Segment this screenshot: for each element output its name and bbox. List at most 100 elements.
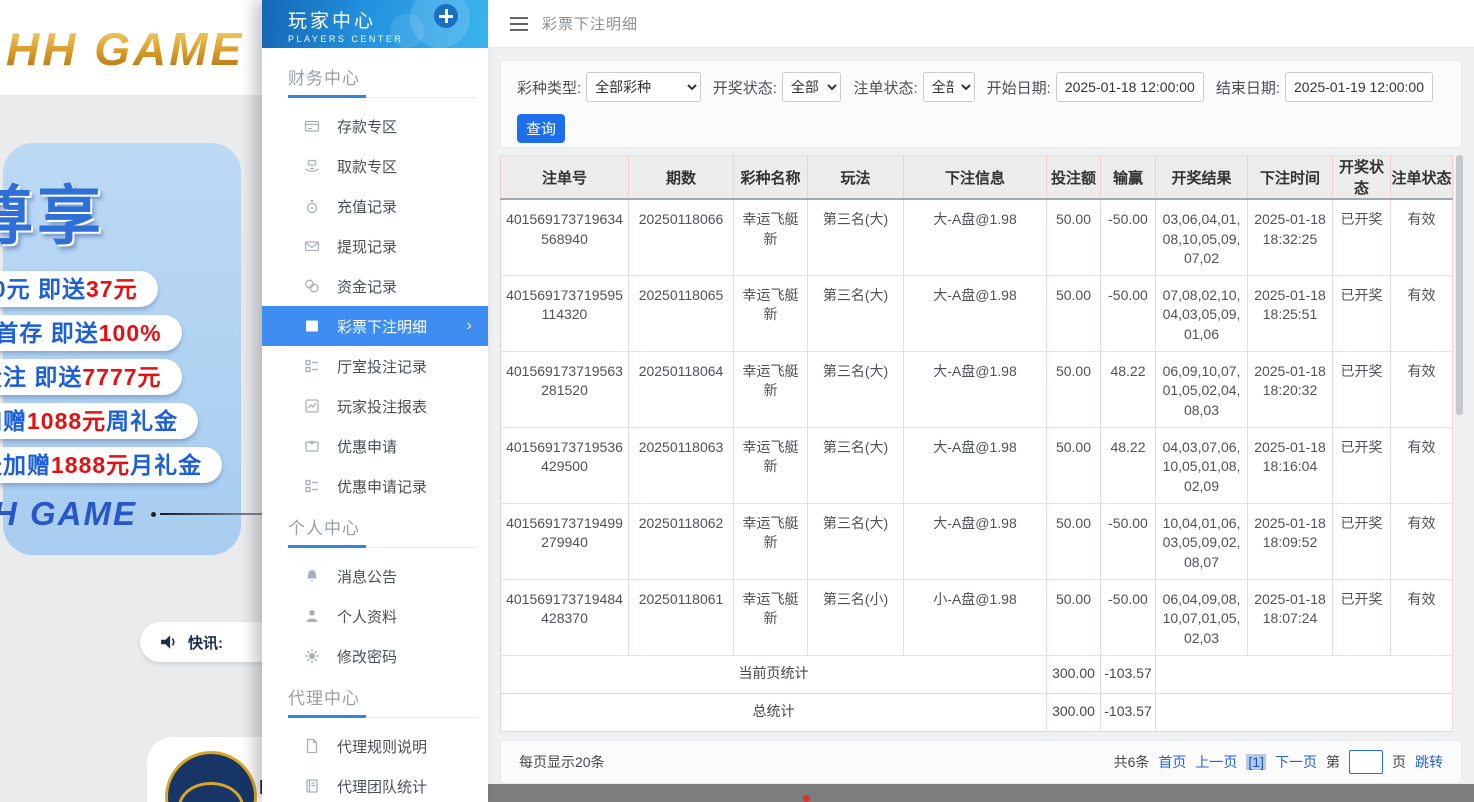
table-header-cell: 下注信息 [903, 155, 1047, 200]
table-cell: 第三名(大) [807, 503, 904, 580]
bet-status-label: 注单状态: [853, 79, 918, 97]
jump-prefix-text: 第 [1326, 754, 1340, 770]
table-header-cell: 期数 [628, 155, 734, 200]
next-page-link[interactable]: 下一页 [1275, 752, 1317, 772]
table-cell: 已开奖 [1332, 503, 1391, 580]
chart-icon [304, 398, 320, 414]
book-icon [304, 778, 320, 794]
list-icon [304, 318, 320, 334]
banner-brand: H GAME [0, 495, 262, 533]
bet-status-select[interactable]: 全部 [922, 72, 975, 102]
sidebar-item-lottery-bet-details[interactable]: 彩票下注明细 › [262, 306, 488, 346]
table-cell: 20250118063 [628, 427, 734, 504]
table-cell: -50.00 [1100, 275, 1156, 352]
jump-suffix-text: 页 [1392, 754, 1406, 770]
table-cell: 401569173719563281520 [500, 351, 629, 428]
news-ticker-label: 快讯: [188, 634, 223, 652]
table-header-cell: 注单号 [500, 155, 629, 200]
table-cell: 401569173719484428370 [500, 579, 629, 656]
table-header-cell: 开奖结果 [1155, 155, 1248, 200]
start-date-input[interactable] [1055, 72, 1204, 102]
table-cell: 20250118064 [628, 351, 734, 428]
table-cell: 有效 [1390, 579, 1453, 656]
table-cell: -50.00 [1100, 503, 1156, 580]
table-cell: 第三名(大) [807, 199, 904, 276]
menu-toggle-icon[interactable] [510, 16, 528, 31]
section-divider [288, 545, 478, 548]
table-cell: 第三名(小) [807, 579, 904, 656]
sidebar-item-funds-records[interactable]: 资金记录 [262, 266, 488, 306]
sidebar-item-label: 消息公告 [337, 568, 398, 586]
sidebar-item-label: 个人资料 [337, 608, 398, 626]
table-scrollbar-thumb[interactable] [1456, 155, 1463, 415]
prev-page-link[interactable]: 上一页 [1195, 752, 1237, 772]
table-row: 401569173719595114320 20250118065 幸运飞艇新 第三名… [500, 275, 1453, 352]
table-cell: 50.00 [1046, 199, 1101, 276]
sidebar-item-withdraw-zone[interactable]: 取款专区 [262, 146, 488, 186]
table-cell: 2025-01-18 18:09:52 [1247, 503, 1333, 580]
table-cell: 已开奖 [1332, 275, 1391, 352]
table-cell: 06,09,10,07,01,05,02,04,08,03 [1155, 351, 1248, 428]
footer-strip [488, 784, 1474, 802]
sidebar-item-label: 厅室投注记录 [337, 358, 428, 376]
table-cell: 幸运飞艇新 [733, 351, 808, 428]
page-size-text: 每页显示20条 [519, 754, 605, 770]
user-icon [304, 608, 320, 624]
sidebar-item-label: 取款专区 [337, 158, 398, 176]
draw-status-select[interactable]: 全部 [781, 72, 842, 102]
sidebar-item-messages[interactable]: 消息公告 [262, 556, 488, 596]
sidebar-item-profile[interactable]: 个人资料 [262, 596, 488, 636]
footer-red-dot [803, 795, 810, 802]
sidebar-item-recharge-records[interactable]: 充值记录 [262, 186, 488, 226]
bottom-logo-card: N [147, 737, 262, 802]
sidebar-item-promo-apply-records[interactable]: 优惠申请记录 [262, 466, 488, 506]
promo-pill: P首存 即送100% [0, 315, 182, 351]
grid-list-icon [304, 358, 320, 374]
jump-action-link[interactable]: 跳转 [1415, 752, 1443, 772]
start-date-label: 开始日期: [986, 79, 1051, 97]
summary-bet-total: 300.00 [1046, 654, 1101, 694]
table-cell: 已开奖 [1332, 199, 1391, 276]
sidebar-item-change-password[interactable]: 修改密码 [262, 636, 488, 676]
table-cell: 50.00 [1046, 351, 1101, 428]
table-cell: 2025-01-18 18:16:04 [1247, 427, 1333, 504]
sidebar-item-player-bet-report[interactable]: 玩家投注报表 [262, 386, 488, 426]
table-cell: 大-A盘@1.98 [903, 199, 1047, 276]
sidebar-nav: 财务中心 存款专区 取款专区 充值记录 提现记录 资金记录 彩票下注明细 › 厅室投注记录 玩家投… [262, 48, 488, 802]
table-cell: 已开奖 [1332, 427, 1391, 504]
table-cell: 10,04,01,06,03,05,09,02,08,07 [1155, 503, 1248, 580]
sidebar-item-label: 玩家投注报表 [337, 398, 428, 416]
sidebar-item-agent-rules[interactable]: 代理规则说明 [262, 726, 488, 766]
jump-page-input[interactable] [1349, 750, 1383, 774]
table-cell: 401569173719595114320 [500, 275, 629, 352]
pager: 共6条 首页 上一页 [1] 下一页 第 页 跳转 [1114, 750, 1443, 774]
sidebar-item-promo-apply[interactable]: 优惠申请 [262, 426, 488, 466]
summary-empty [1155, 692, 1453, 732]
sidebar-item-deposit-zone[interactable]: 存款专区 [262, 106, 488, 146]
sidebar-item-agent-team-stats[interactable]: 代理团队统计 [262, 766, 488, 802]
table-cell: -50.00 [1100, 579, 1156, 656]
table-cell: 有效 [1390, 351, 1453, 428]
table-row: 401569173719563281520 20250118064 幸运飞艇新 第三名… [500, 351, 1453, 428]
section-divider [288, 95, 478, 98]
table-cell: -50.00 [1100, 199, 1156, 276]
gamepad-icon [434, 4, 458, 28]
sidebar-item-label: 代理团队统计 [337, 778, 428, 796]
table-cell: 2025-01-18 18:32:25 [1247, 199, 1333, 276]
table-cell: 2025-01-18 18:20:32 [1247, 351, 1333, 428]
chevron-right-icon: › [466, 317, 472, 334]
table-header-cell: 注单状态 [1390, 155, 1453, 200]
lottery-type-select[interactable]: 全部彩种 [586, 72, 701, 102]
sidebar-item-hall-bet-records[interactable]: 厅室投注记录 [262, 346, 488, 386]
ticket-icon [304, 438, 320, 454]
summary-row: 当前页统计 300.00 -103.57 [500, 654, 1453, 694]
end-date-label: 结束日期: [1215, 79, 1280, 97]
promo-pill: 加赠1088元周礼金 [0, 403, 199, 439]
sidebar-item-withdrawal-records[interactable]: 提现记录 [262, 226, 488, 266]
end-date-input[interactable] [1285, 72, 1433, 102]
table-header-cell: 输赢 [1100, 155, 1156, 200]
first-page-link[interactable]: 首页 [1158, 752, 1186, 772]
search-button[interactable]: 查询 [517, 114, 565, 143]
table-cell: 有效 [1390, 199, 1453, 276]
lottery-type-label: 彩种类型: [517, 79, 582, 97]
